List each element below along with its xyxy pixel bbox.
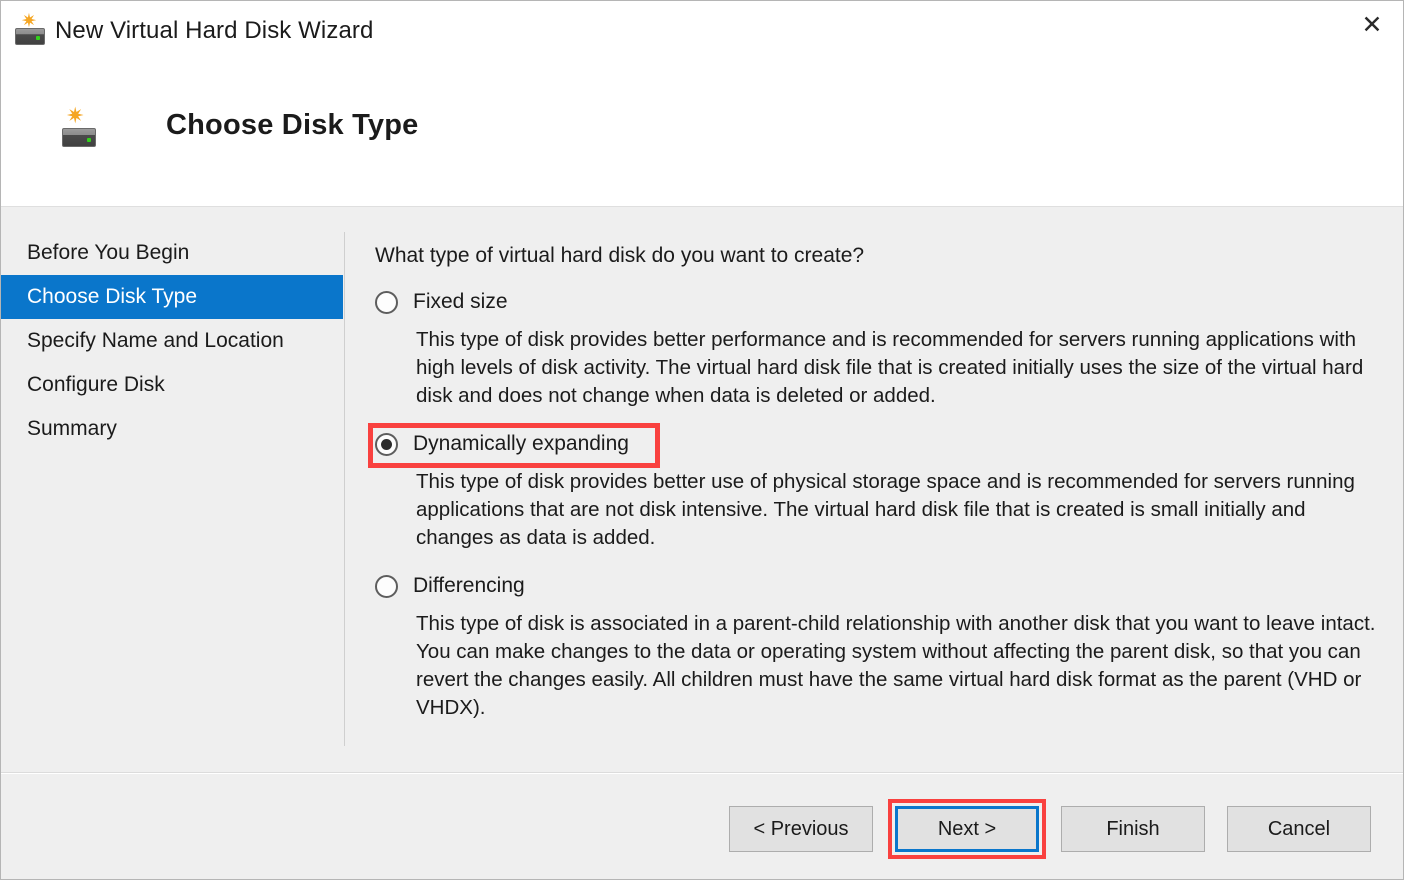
header-icon-container: ✷ bbox=[46, 104, 102, 151]
sidebar-top-spacer bbox=[1, 207, 343, 231]
sidebar-item-label: Specify Name and Location bbox=[27, 329, 284, 352]
wizard-footer: < Previous Next > Finish Cancel bbox=[1, 774, 1403, 879]
page-title: Choose Disk Type bbox=[166, 109, 419, 141]
new-starburst-icon: ✷ bbox=[66, 104, 85, 129]
radio-row-differencing[interactable]: Differencing bbox=[375, 574, 1385, 598]
radio-row-fixed-size[interactable]: Fixed size bbox=[375, 290, 1385, 314]
sidebar-item-label: Before You Begin bbox=[27, 241, 190, 264]
option-dynamically-expanding: Dynamically expanding This type of disk … bbox=[375, 432, 1385, 552]
previous-button-wrap: < Previous bbox=[729, 806, 873, 852]
option-description-fixed-size: This type of disk provides better perfor… bbox=[416, 328, 1364, 407]
new-starburst-icon: ✷ bbox=[21, 10, 37, 32]
radio-differencing[interactable] bbox=[375, 574, 398, 598]
sidebar-item-label: Configure Disk bbox=[27, 373, 165, 396]
sidebar-divider bbox=[344, 232, 345, 746]
next-button[interactable]: Next > bbox=[895, 806, 1039, 852]
radio-row-dynamically-expanding[interactable]: Dynamically expanding bbox=[375, 432, 1385, 456]
cancel-button[interactable]: Cancel bbox=[1227, 806, 1371, 852]
close-icon: ✕ bbox=[1361, 9, 1383, 39]
new-virtual-hard-disk-icon: ✷ bbox=[13, 10, 47, 48]
sidebar-item-before-you-begin[interactable]: Before You Begin bbox=[1, 231, 343, 275]
sidebar-item-summary[interactable]: Summary bbox=[1, 407, 343, 451]
next-button-wrap: Next > bbox=[888, 799, 1046, 859]
disk-drive-shape bbox=[62, 128, 96, 147]
finish-button[interactable]: Finish bbox=[1061, 806, 1205, 852]
sidebar-item-choose-disk-type[interactable]: Choose Disk Type bbox=[1, 275, 343, 319]
option-label-dynamically-expanding: Dynamically expanding bbox=[413, 432, 629, 455]
sidebar-item-label: Summary bbox=[27, 417, 117, 440]
option-description-differencing: This type of disk is associated in a par… bbox=[416, 612, 1376, 719]
option-description-dynamically-expanding: This type of disk provides better use of… bbox=[416, 470, 1355, 549]
question-text: What type of virtual hard disk do you wa… bbox=[375, 244, 865, 267]
virtual-hard-disk-icon: ✷ bbox=[58, 104, 102, 151]
title-bar: ✷ New Virtual Hard Disk Wizard ✕ bbox=[1, 1, 1403, 61]
wizard-window: ✷ New Virtual Hard Disk Wizard ✕ ✷ Choos… bbox=[0, 0, 1404, 880]
wizard-steps-sidebar: Before You Begin Choose Disk Type Specif… bbox=[1, 207, 343, 773]
previous-button[interactable]: < Previous bbox=[729, 806, 873, 852]
wizard-content: What type of virtual hard disk do you wa… bbox=[375, 207, 1385, 722]
cancel-button-wrap: Cancel bbox=[1227, 806, 1371, 852]
wizard-header: ✷ Choose Disk Type bbox=[1, 61, 1403, 207]
close-button[interactable]: ✕ bbox=[1341, 1, 1403, 47]
option-label-differencing: Differencing bbox=[413, 574, 525, 597]
option-fixed-size: Fixed size This type of disk provides be… bbox=[375, 290, 1385, 410]
window-title: New Virtual Hard Disk Wizard bbox=[55, 17, 374, 44]
sidebar-item-specify-name-and-location[interactable]: Specify Name and Location bbox=[1, 319, 343, 363]
option-label-fixed-size: Fixed size bbox=[413, 290, 508, 313]
finish-button-wrap: Finish bbox=[1061, 806, 1205, 852]
option-differencing: Differencing This type of disk is associ… bbox=[375, 574, 1385, 722]
radio-dynamically-expanding[interactable] bbox=[375, 432, 398, 456]
wizard-body: Before You Begin Choose Disk Type Specif… bbox=[1, 207, 1403, 773]
radio-fixed-size[interactable] bbox=[375, 290, 398, 314]
sidebar-item-configure-disk[interactable]: Configure Disk bbox=[1, 363, 343, 407]
sidebar-item-label: Choose Disk Type bbox=[27, 285, 198, 308]
button-row: < Previous Next > Finish Cancel bbox=[729, 799, 1371, 859]
